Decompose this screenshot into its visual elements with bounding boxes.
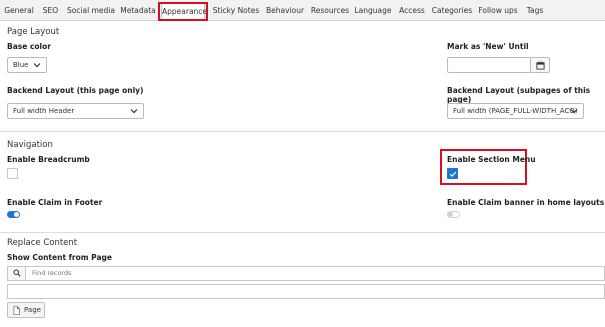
- tab-access[interactable]: Access: [396, 3, 428, 19]
- section-title-navigation: Navigation: [7, 140, 53, 150]
- enable-claim-banner-label: Enable Claim banner in home layouts: [447, 198, 605, 207]
- tab-language[interactable]: Language: [353, 3, 393, 19]
- page-icon: [13, 306, 20, 315]
- toggle-knob: [14, 212, 19, 217]
- tab-follow-ups[interactable]: Follow ups: [476, 3, 520, 19]
- base-color-select[interactable]: Blue: [7, 57, 47, 73]
- search-button[interactable]: [8, 267, 26, 280]
- base-color-value: Blue: [13, 61, 29, 69]
- tab-seo[interactable]: SEO: [38, 3, 63, 19]
- chevron-down-icon: [33, 63, 41, 68]
- mark-new-label: Mark as 'New' Until: [447, 42, 529, 51]
- record-search: [7, 266, 605, 281]
- appearance-tab-highlight: [158, 2, 208, 21]
- tab-categories[interactable]: Categories: [431, 3, 473, 19]
- divider: [0, 131, 605, 132]
- page-button[interactable]: Page: [7, 302, 45, 318]
- enable-breadcrumb-label: Enable Breadcrumb: [7, 155, 90, 164]
- search-input[interactable]: [32, 267, 332, 280]
- backend-layout-sub-value: Full width (PAGE_FULL-WIDTH_ACO): [453, 107, 578, 115]
- chevron-down-icon: [130, 109, 138, 114]
- backend-layout-sub-label: Backend Layout (subpages of this page): [447, 86, 591, 104]
- tab-resources[interactable]: Resources: [310, 3, 350, 19]
- enable-breadcrumb-checkbox[interactable]: [7, 168, 18, 179]
- backend-layout-value: Full width Header: [13, 107, 75, 115]
- base-color-label: Base color: [7, 42, 51, 51]
- section-title-replace-content: Replace Content: [7, 238, 78, 248]
- tab-metadata[interactable]: Metadata: [119, 3, 157, 19]
- calendar-button[interactable]: [530, 57, 550, 73]
- mark-new-date-input[interactable]: [447, 57, 531, 73]
- tab-behaviour[interactable]: Behaviour: [264, 3, 306, 19]
- section-title-page-layout: Page Layout: [7, 27, 60, 37]
- calendar-icon: [536, 61, 545, 70]
- tab-general[interactable]: General: [3, 3, 35, 19]
- selected-records-list[interactable]: [7, 284, 605, 299]
- checkmark-icon: [449, 171, 457, 177]
- backend-layout-label: Backend Layout (this page only): [7, 86, 144, 95]
- enable-claim-banner-toggle[interactable]: [447, 211, 460, 218]
- toggle-knob: [448, 212, 453, 217]
- enable-section-menu-label: Enable Section Menu: [447, 155, 536, 164]
- page-button-label: Page: [24, 306, 41, 314]
- tab-tags[interactable]: Tags: [523, 3, 547, 19]
- search-icon: [13, 269, 21, 277]
- tab-sticky-notes[interactable]: Sticky Notes: [211, 3, 261, 19]
- tab-social-media[interactable]: Social media: [66, 3, 116, 19]
- backend-layout-sub-select[interactable]: Full width (PAGE_FULL-WIDTH_ACO): [447, 103, 584, 119]
- show-content-label: Show Content from Page: [7, 253, 112, 262]
- enable-claim-footer-toggle[interactable]: [7, 211, 20, 218]
- divider: [0, 232, 605, 233]
- backend-layout-select[interactable]: Full width Header: [7, 103, 144, 119]
- chevron-down-icon: [570, 109, 578, 114]
- tab-bar: General SEO Social media Metadata Appear…: [0, 0, 605, 21]
- enable-section-menu-checkbox[interactable]: [447, 168, 458, 179]
- enable-claim-footer-label: Enable Claim in Footer: [7, 198, 103, 207]
